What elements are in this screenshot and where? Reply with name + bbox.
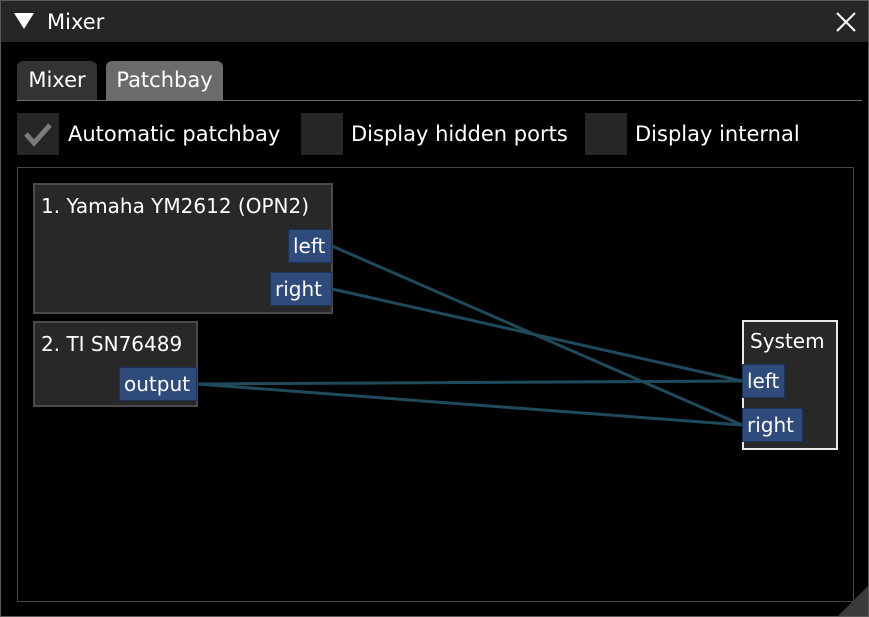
close-icon[interactable] xyxy=(834,10,858,34)
automatic-patchbay-checkbox[interactable] xyxy=(17,113,59,155)
tab-patchbay[interactable]: Patchbay xyxy=(106,61,223,100)
display-hidden-ports-checkbox[interactable] xyxy=(301,113,343,155)
tab-underline xyxy=(17,100,862,101)
wire-ym-right-to-system-left xyxy=(331,287,743,383)
title-bar[interactable]: Mixer xyxy=(1,1,868,42)
display-internal-checkbox[interactable] xyxy=(585,113,627,155)
display-internal-label: Display internal xyxy=(635,122,800,146)
mixer-window: Mixer Mixer Patchbay Automatic patchbay … xyxy=(0,0,869,617)
checkmark-icon xyxy=(24,123,52,147)
collapse-triangle-icon[interactable] xyxy=(13,12,35,30)
resize-grip-icon[interactable] xyxy=(838,586,868,616)
automatic-patchbay-label: Automatic patchbay xyxy=(68,122,281,146)
patchbay-canvas[interactable]: 1. Yamaha YM2612 (OPN2) left right 2. TI… xyxy=(17,167,854,602)
tab-mixer[interactable]: Mixer xyxy=(17,61,97,100)
window-title: Mixer xyxy=(47,10,105,34)
connection-wires xyxy=(196,244,743,427)
wire-output-to-system-left xyxy=(196,379,743,386)
display-hidden-ports-label: Display hidden ports xyxy=(351,122,568,146)
